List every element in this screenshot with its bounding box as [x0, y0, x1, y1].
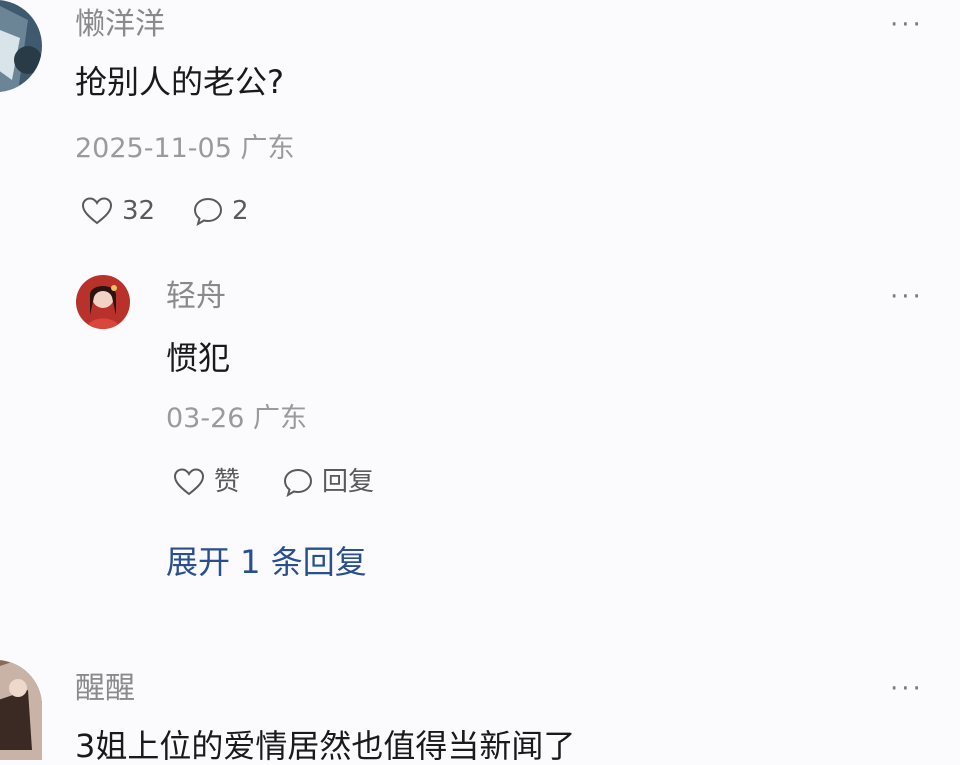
expand-replies-link[interactable]: 展开 1 条回复: [166, 546, 367, 578]
like-count: 32: [122, 196, 156, 226]
speech-bubble-icon: [283, 468, 313, 497]
comment-author[interactable]: 懒洋洋: [75, 10, 165, 40]
avatar-image: [0, 660, 42, 760]
like-label: 赞: [214, 467, 241, 497]
reply-label: 回复: [322, 467, 375, 497]
speech-bubble-icon: [193, 197, 223, 226]
reply-date-location: 03-26 广东: [166, 403, 308, 434]
heart-outline-icon: [81, 197, 113, 225]
comment-button[interactable]: 2: [192, 196, 249, 226]
avatar-comment-1[interactable]: [0, 0, 42, 92]
comment-text: 抢别人的老公?: [75, 63, 284, 101]
comment-date-location: 2025-11-05 广东: [75, 133, 295, 164]
like-button[interactable]: 32: [80, 196, 155, 226]
comment-author[interactable]: 醒醒: [75, 674, 135, 704]
reply-like-button[interactable]: 赞: [172, 467, 240, 497]
avatar-image: [0, 0, 42, 92]
reply-count: 2: [232, 196, 249, 226]
more-options-icon[interactable]: ···: [890, 12, 924, 38]
heart-outline-icon: [173, 468, 205, 496]
reply-text: 惯犯: [166, 339, 231, 377]
comment-text: 3姐上位的爱情居然也值得当新闻了: [75, 727, 576, 765]
reply-reply-button[interactable]: 回复: [282, 467, 374, 497]
avatar-comment-2[interactable]: [0, 660, 42, 760]
avatar-image: [76, 275, 130, 329]
more-options-icon[interactable]: ···: [890, 676, 924, 702]
reply-author[interactable]: 轻舟: [166, 282, 226, 312]
avatar-reply-1[interactable]: [76, 275, 130, 329]
more-options-icon[interactable]: ···: [890, 284, 924, 310]
